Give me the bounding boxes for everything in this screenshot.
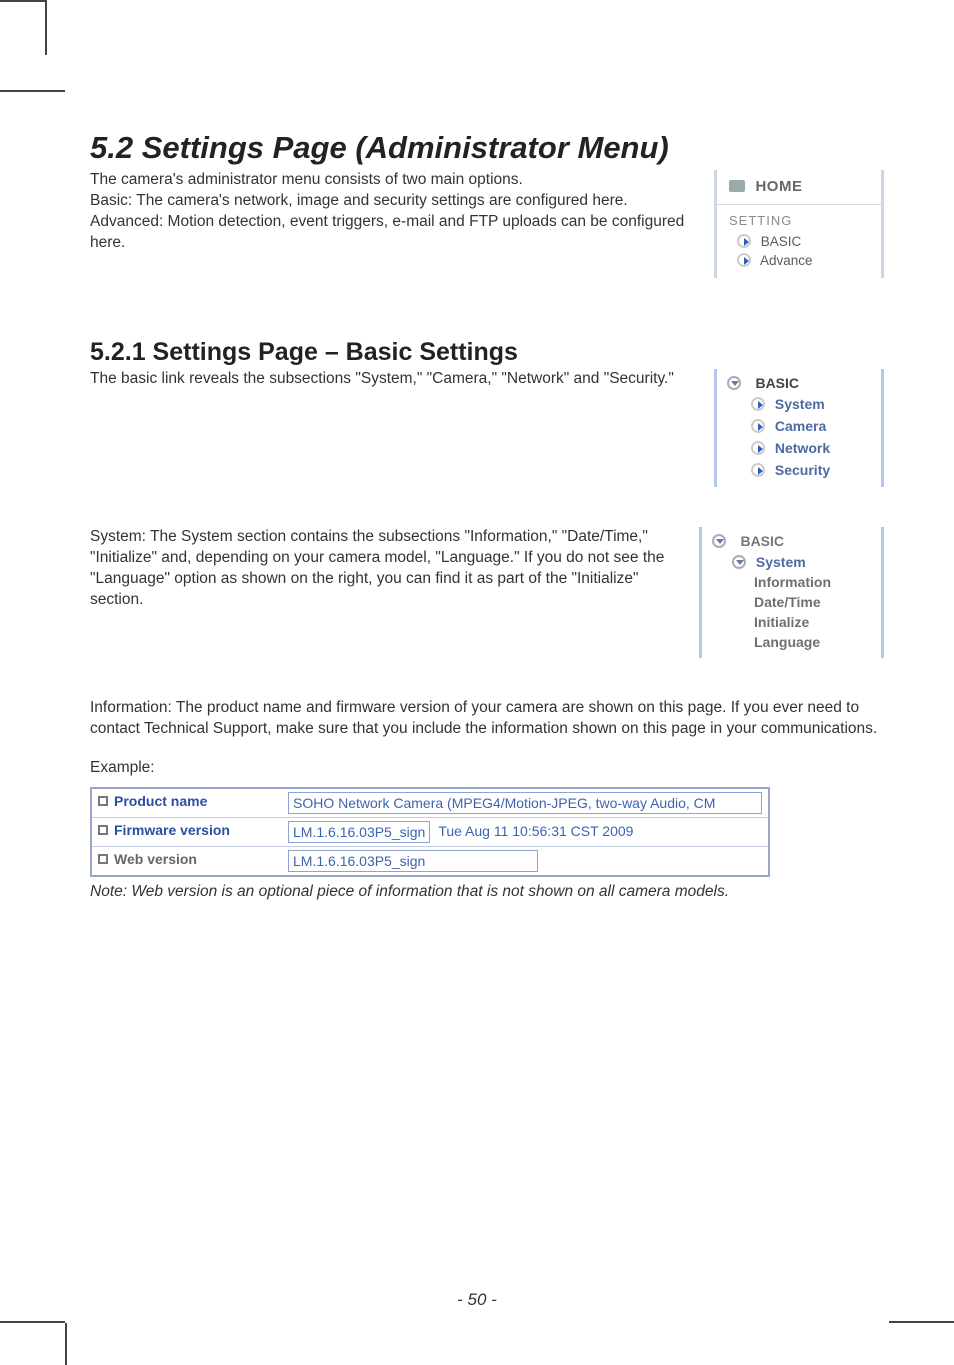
menu-advance-item[interactable]: Advance	[729, 251, 869, 270]
menu-network-label: Network	[775, 440, 830, 456]
square-icon	[98, 825, 108, 835]
chevron-right-icon	[751, 419, 765, 433]
menu-b-wrap: BASIC System Camera Network	[714, 369, 884, 487]
table-row: Firmware version LM.1.6.16.03P5_sign Tue…	[92, 817, 768, 846]
chevron-down-icon	[727, 376, 741, 390]
crop-mark	[45, 0, 47, 55]
menu-language-item[interactable]: Language	[712, 630, 871, 650]
para-intro-2: Basic: The camera's network, image and s…	[90, 191, 694, 212]
page: 5.2 Settings Page (Administrator Menu) T…	[0, 0, 954, 1365]
web-version-label-text: Web version	[114, 851, 197, 867]
square-icon	[98, 854, 108, 864]
example-table: Product name SOHO Network Camera (MPEG4/…	[90, 787, 770, 877]
crop-mark	[0, 1321, 65, 1323]
chevron-right-icon	[751, 441, 765, 455]
square-icon	[98, 796, 108, 806]
heading-5-2-1: 5.2.1 Settings Page – Basic Settings	[90, 338, 884, 367]
note-text: Note: Web version is an optional piece o…	[90, 883, 884, 901]
menu-datetime-item[interactable]: Date/Time	[712, 590, 871, 610]
menu-basic-expanded: BASIC System Camera Network	[714, 369, 884, 487]
chevron-down-icon	[712, 534, 726, 548]
menu-home-item[interactable]: HOME	[729, 178, 869, 196]
menu-camera-item[interactable]: Camera	[727, 415, 871, 437]
firmware-label: Firmware version	[92, 818, 282, 846]
firmware-value-1: LM.1.6.16.03P5_sign	[288, 821, 430, 843]
menu-security-label: Security	[775, 462, 830, 478]
table-row: Product name SOHO Network Camera (MPEG4/…	[92, 789, 768, 817]
para-intro-1: The camera's administrator menu consists…	[90, 170, 694, 191]
home-icon	[729, 180, 745, 192]
crop-mark	[889, 1321, 954, 1323]
menu-system-item[interactable]: System	[727, 393, 871, 415]
menu-basic-system-expanded: BASIC System Information Date/Time Initi…	[699, 527, 884, 658]
product-name-value: SOHO Network Camera (MPEG4/Motion-JPEG, …	[288, 792, 762, 814]
menu-home-label: HOME	[755, 178, 802, 195]
menu-basic-head-2[interactable]: BASIC	[712, 533, 871, 551]
menu-basic-item[interactable]: BASIC	[729, 232, 869, 251]
firmware-value-2: Tue Aug 11 10:56:31 CST 2009	[438, 821, 633, 843]
table-row: Web version LM.1.6.16.03P5_sign	[92, 846, 768, 875]
menu-initialize-item[interactable]: Initialize	[712, 610, 871, 630]
chevron-right-icon	[751, 397, 765, 411]
menu-home-setting: HOME SETTING BASIC Advance	[714, 170, 884, 278]
menu-system-label: System	[775, 396, 825, 412]
chevron-right-icon	[737, 234, 751, 248]
crop-mark	[0, 0, 45, 2]
menu-basic-head[interactable]: BASIC	[727, 375, 871, 393]
firmware-cell: LM.1.6.16.03P5_sign Tue Aug 11 10:56:31 …	[282, 818, 768, 846]
menu-security-item[interactable]: Security	[727, 459, 871, 481]
menu-c-wrap: BASIC System Information Date/Time Initi…	[699, 527, 884, 658]
menu-system-expanded[interactable]: System	[712, 551, 871, 570]
basic-intro-text: The basic link reveals the subsections "…	[90, 369, 694, 390]
chevron-down-icon	[732, 555, 746, 569]
menu-setting-label: SETTING	[729, 213, 869, 228]
section-5-2-1-row: The basic link reveals the subsections "…	[90, 369, 884, 487]
section-5-2-text: The camera's administrator menu consists…	[90, 170, 694, 254]
menu-divider	[717, 204, 881, 205]
firmware-label-text: Firmware version	[114, 822, 230, 838]
product-name-label-text: Product name	[114, 793, 207, 809]
menu-advance-label: Advance	[760, 253, 813, 268]
example-label: Example:	[90, 758, 884, 779]
menu-camera-label: Camera	[775, 418, 826, 434]
system-para: System: The System section contains the …	[90, 527, 679, 611]
information-para: Information: The product name and firmwa…	[90, 698, 884, 740]
product-name-label: Product name	[92, 789, 282, 817]
chevron-right-icon	[737, 253, 751, 267]
menu-information-item[interactable]: Information	[712, 570, 871, 590]
menu-network-item[interactable]: Network	[727, 437, 871, 459]
heading-5-2: 5.2 Settings Page (Administrator Menu)	[90, 130, 884, 166]
crop-mark	[0, 90, 65, 92]
content: 5.2 Settings Page (Administrator Menu) T…	[90, 60, 884, 901]
menu-system-expanded-label: System	[756, 554, 806, 570]
web-version-value: LM.1.6.16.03P5_sign	[288, 850, 538, 872]
web-version-cell: LM.1.6.16.03P5_sign	[282, 847, 768, 875]
crop-mark	[65, 1323, 67, 1365]
section-5-2-row: The camera's administrator menu consists…	[90, 170, 884, 278]
product-name-cell: SOHO Network Camera (MPEG4/Motion-JPEG, …	[282, 789, 768, 817]
web-version-label: Web version	[92, 847, 282, 875]
menu-basic-head-label: BASIC	[751, 375, 799, 391]
menu-a-wrap: HOME SETTING BASIC Advance	[714, 170, 884, 278]
chevron-right-icon	[751, 463, 765, 477]
para-intro-3: Advanced: Motion detection, event trigge…	[90, 212, 694, 254]
page-number: - 50 -	[0, 1290, 954, 1310]
menu-basic-label: BASIC	[761, 234, 802, 249]
menu-basic-head-2-label: BASIC	[736, 533, 784, 549]
system-row: System: The System section contains the …	[90, 527, 884, 658]
